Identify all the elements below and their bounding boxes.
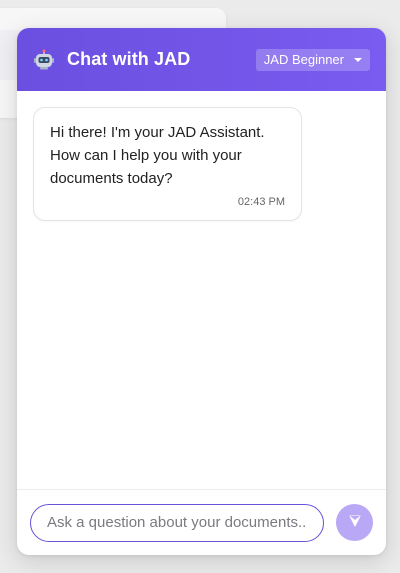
assistant-message: Hi there! I'm your JAD Assistant. How ca… bbox=[33, 107, 302, 221]
level-select-value: JAD Beginner bbox=[263, 52, 344, 67]
chevron-down-icon bbox=[354, 57, 362, 62]
robot-icon bbox=[33, 49, 55, 71]
message-text: Hi there! I'm your JAD Assistant. How ca… bbox=[50, 124, 265, 187]
message-list: Hi there! I'm your JAD Assistant. How ca… bbox=[17, 91, 386, 489]
send-icon bbox=[348, 514, 362, 531]
composer bbox=[17, 489, 386, 555]
chat-window: Chat with JAD JAD Beginner Hi there! I'm… bbox=[17, 28, 386, 555]
send-button[interactable] bbox=[336, 504, 373, 541]
message-input[interactable] bbox=[30, 503, 324, 542]
level-select[interactable]: JAD Beginner bbox=[255, 48, 370, 71]
message-timestamp: 02:43 PM bbox=[237, 196, 285, 208]
chat-title: Chat with JAD bbox=[67, 49, 191, 69]
chat-header: Chat with JAD JAD Beginner bbox=[17, 28, 386, 91]
